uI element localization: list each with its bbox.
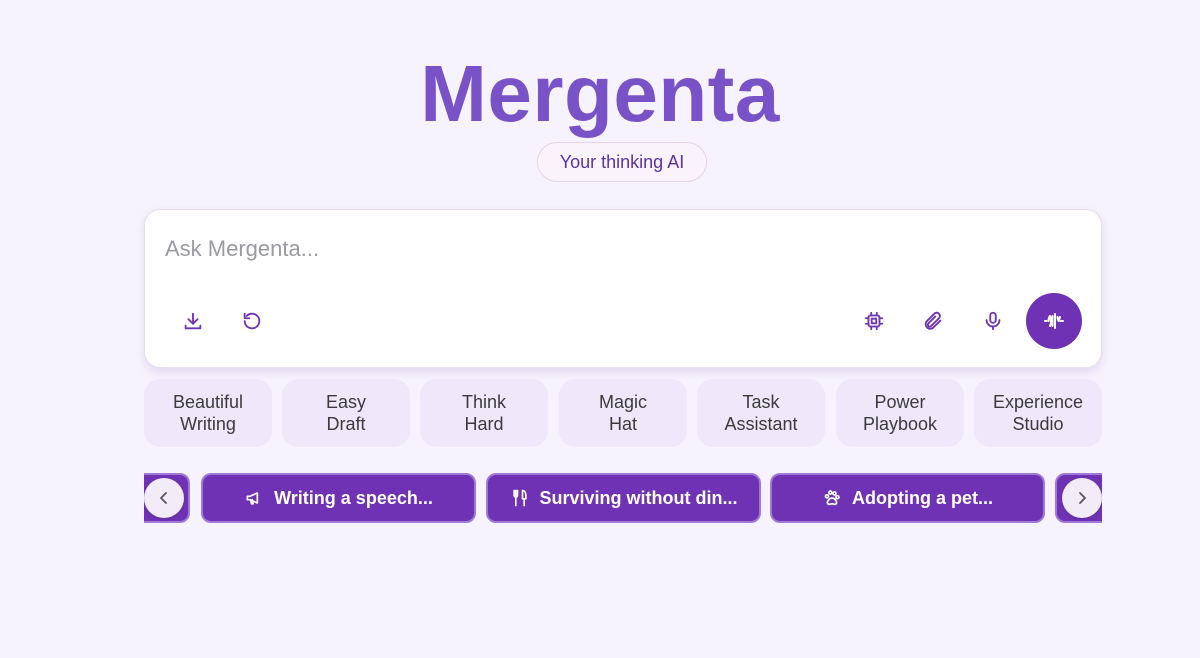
mode-label-line2: Hat bbox=[608, 414, 637, 434]
mode-experience-studio[interactable]: Experience Studio bbox=[974, 379, 1102, 447]
prompt-chip[interactable]: Surviving without din... bbox=[486, 473, 761, 523]
carousel-next-button[interactable] bbox=[1062, 478, 1102, 518]
attach-button[interactable] bbox=[913, 301, 953, 341]
tagline-badge: Your thinking AI bbox=[537, 142, 707, 182]
prompt-carousel: Writing a speech... Surviving without di… bbox=[144, 473, 1102, 523]
microphone-button[interactable] bbox=[973, 301, 1013, 341]
voice-mode-button[interactable] bbox=[1026, 293, 1082, 349]
mode-label-line2: Writing bbox=[180, 414, 236, 434]
mode-label-line1: Think bbox=[461, 392, 506, 412]
prompt-chip[interactable]: Adopting a pet... bbox=[770, 473, 1045, 523]
carousel-prev-button[interactable] bbox=[144, 478, 184, 518]
paw-icon bbox=[824, 490, 840, 506]
chip-icon bbox=[864, 311, 884, 331]
fork-knife-icon bbox=[512, 489, 527, 507]
mode-think-hard[interactable]: Think Hard bbox=[420, 379, 548, 447]
chevron-left-icon bbox=[160, 492, 167, 504]
microphone-icon bbox=[985, 311, 1001, 331]
mode-label-line2: Assistant bbox=[724, 414, 798, 434]
mode-label-line2: Studio bbox=[1012, 414, 1064, 434]
mode-chips: Beautiful Writing Easy Draft Think Hard … bbox=[144, 379, 1102, 447]
model-button[interactable] bbox=[854, 301, 894, 341]
mode-task-assistant[interactable]: Task Assistant bbox=[697, 379, 825, 447]
prompt-chip-label: Surviving without din... bbox=[539, 487, 738, 508]
ask-input[interactable] bbox=[165, 232, 1065, 266]
refresh-button[interactable] bbox=[232, 301, 272, 341]
download-button[interactable] bbox=[173, 301, 213, 341]
mode-label-line1: Beautiful bbox=[172, 392, 244, 412]
paperclip-icon bbox=[924, 311, 942, 330]
mode-label-line1: Magic bbox=[598, 392, 647, 412]
mode-label-line1: Task bbox=[742, 392, 780, 412]
mode-label-line2: Hard bbox=[464, 414, 504, 434]
chevron-right-icon bbox=[1079, 492, 1086, 504]
prompt-chip-label: Adopting a pet... bbox=[852, 487, 993, 508]
mode-easy-draft[interactable]: Easy Draft bbox=[282, 379, 410, 447]
mode-label-line2: Playbook bbox=[862, 414, 938, 434]
voice-wave-icon bbox=[1044, 313, 1064, 329]
mode-label-line1: Easy bbox=[325, 392, 367, 412]
mode-label-line2: Draft bbox=[326, 414, 366, 434]
prompt-chip[interactable]: Writing a speech... bbox=[201, 473, 476, 523]
mode-power-playbook[interactable]: Power Playbook bbox=[836, 379, 964, 447]
download-icon bbox=[184, 312, 202, 330]
mode-label-line1: Experience bbox=[992, 392, 1084, 412]
megaphone-icon bbox=[246, 492, 259, 505]
prompt-chip-label: Writing a speech... bbox=[274, 487, 433, 508]
mode-magic-hat[interactable]: Magic Hat bbox=[559, 379, 687, 447]
ask-box bbox=[144, 209, 1102, 368]
mode-label-line1: Power bbox=[874, 392, 926, 412]
refresh-icon bbox=[243, 312, 261, 330]
app-title: Mergenta bbox=[420, 49, 780, 138]
home-page: Mergenta Your thinking AI Ask Mergenta..… bbox=[0, 0, 1200, 658]
mode-beautiful-writing[interactable]: Beautiful Writing bbox=[144, 379, 272, 447]
